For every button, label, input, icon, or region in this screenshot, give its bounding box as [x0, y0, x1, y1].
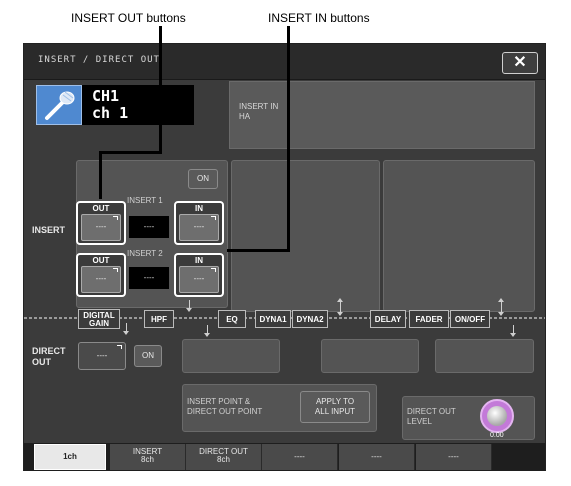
direct-out-slot-3 [435, 339, 534, 373]
insert1-out-button[interactable]: OUT ---- [76, 201, 126, 245]
callout-line [287, 26, 290, 252]
insert2-out-label: OUT [92, 256, 110, 265]
tab-direct-out-8ch[interactable]: DIRECT OUT 8ch [186, 444, 262, 470]
insert-on-button[interactable]: ON [188, 169, 218, 189]
insert1-out-patch: ---- [81, 214, 121, 241]
callout-line [159, 26, 162, 154]
up-down-arrow-icon [498, 298, 504, 316]
insert1-out-label: OUT [92, 204, 110, 213]
insert2-in-label: IN [195, 256, 203, 265]
insert1-label: INSERT 1 [127, 196, 163, 205]
level-label-2: LEVEL [407, 417, 432, 426]
close-button[interactable]: ✕ [502, 52, 538, 74]
insert2-in-patch: ---- [179, 266, 219, 293]
info-line-2: HA [239, 112, 251, 121]
apply-label-2: ALL INPUT [314, 407, 356, 416]
insert1-display: ---- [129, 216, 169, 238]
level-value: 0.00 [490, 432, 504, 439]
down-arrow-icon [204, 325, 210, 337]
channel-number: CH1 [92, 87, 120, 105]
direct-out-label-2: OUT [32, 357, 51, 367]
tab-empty-2[interactable]: ---- [339, 444, 415, 470]
direct-out-level-panel: DIRECT OUT LEVEL [402, 396, 535, 440]
insert2-label: INSERT 2 [127, 249, 163, 258]
insert-point-label-2: DIRECT OUT POINT [187, 407, 263, 416]
down-arrow-icon [510, 325, 516, 337]
direct-out-patch-button[interactable]: ---- [78, 342, 126, 370]
up-down-arrow-icon [337, 298, 343, 316]
microphone-icon[interactable] [36, 85, 82, 125]
info-line-1: INSERT IN [239, 102, 279, 111]
window-title: INSERT / DIRECT OUT [38, 55, 160, 65]
eq-point[interactable]: EQ [218, 310, 246, 328]
direct-out-on-button[interactable]: ON [134, 345, 162, 367]
callout-line [227, 249, 290, 252]
title-bar: INSERT / DIRECT OUT ✕ [24, 44, 545, 80]
insert2-plugin-slot[interactable] [383, 160, 535, 312]
insert-point-label-1: INSERT POINT & [187, 397, 251, 406]
insert-out-callout: INSERT OUT buttons [71, 11, 186, 25]
tab-1ch[interactable]: 1ch [34, 444, 106, 470]
channel-name-display[interactable]: CH1 ch 1 [82, 85, 194, 125]
insert-in-callout: INSERT IN buttons [268, 11, 370, 25]
insert1-in-patch: ---- [179, 214, 219, 241]
digital-gain-point[interactable]: DIGITAL GAIN [78, 309, 120, 329]
insert2-out-patch: ---- [81, 266, 121, 293]
apply-label-1: APPLY TO [315, 397, 355, 406]
hpf-point[interactable]: HPF [144, 310, 174, 328]
dyna1-point[interactable]: DYNA1 [255, 310, 291, 328]
direct-out-level-knob[interactable] [480, 399, 514, 433]
fader-point[interactable]: FADER [409, 310, 449, 328]
direct-out-slot-1 [182, 339, 280, 373]
callout-line [99, 151, 102, 199]
delay-point[interactable]: DELAY [370, 310, 406, 328]
down-arrow-icon [123, 323, 129, 335]
insert2-out-button[interactable]: OUT ---- [76, 253, 126, 297]
tab-empty-3[interactable]: ---- [416, 444, 492, 470]
direct-out-label-1: DIRECT [32, 346, 66, 356]
tab-insert-8ch[interactable]: INSERT 8ch [110, 444, 186, 470]
tab-empty-1[interactable]: ---- [262, 444, 338, 470]
insert1-plugin-slot[interactable] [231, 160, 380, 312]
callout-line [99, 151, 162, 154]
insert2-display: ---- [129, 267, 169, 289]
level-label-1: DIRECT OUT [407, 407, 456, 416]
dyna2-point[interactable]: DYNA2 [292, 310, 328, 328]
insert-direct-out-window: INSERT / DIRECT OUT ✕ CH1 ch 1 INSERT IN… [23, 43, 546, 471]
insert1-in-label: IN [195, 204, 203, 213]
channel-label: ch 1 [92, 104, 129, 122]
insert2-in-button[interactable]: IN ---- [174, 253, 224, 297]
on-off-point[interactable]: ON/OFF [450, 310, 490, 328]
apply-to-all-input-button[interactable]: APPLY TO ALL INPUT [300, 391, 370, 423]
insert-section-label: INSERT [32, 225, 66, 235]
insert1-in-button[interactable]: IN ---- [174, 201, 224, 245]
insert-info-panel: INSERT IN HA [229, 81, 535, 149]
down-arrow-icon [186, 300, 192, 312]
direct-out-slot-2 [321, 339, 419, 373]
